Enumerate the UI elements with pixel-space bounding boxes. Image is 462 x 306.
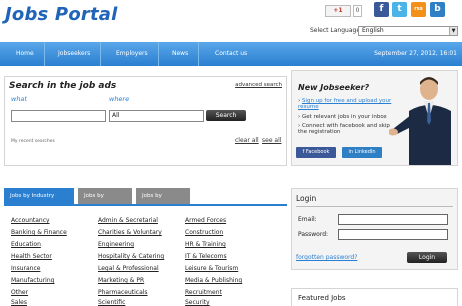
nav-item-contact[interactable]: Contact us [205,42,257,66]
nav-item-jobseekers[interactable]: Jobseekers [48,42,102,66]
sector-link[interactable]: Engineering [98,241,134,248]
chevron-down-icon: ▼ [449,27,457,35]
current-date: September 27, 2012, 16:01 [374,50,457,57]
featured-jobs-title: Featured Jobs [298,294,346,302]
login-panel: Login Email: Password: forgotten passwor… [291,188,458,270]
password-label: Password: [298,231,329,238]
login-divider [296,206,453,207]
sector-link[interactable]: HR & Training [185,241,226,248]
sector-link[interactable]: Health Sector [11,253,52,260]
sector-link[interactable]: Armed Forces [185,217,226,224]
search-button[interactable]: Search [206,110,246,121]
sector-link[interactable]: Manufacturing [11,277,54,284]
what-label: what [11,95,27,103]
facebook-connect-button[interactable]: f Facebook [296,147,336,158]
sector-link[interactable]: Scientific [98,299,125,306]
tab-location[interactable]: Jobs by Location [78,188,132,215]
tab-industry-sector[interactable]: Jobs by Industry Sector [4,188,74,215]
signup-bullet: › Sign up for free and upload your resum… [298,98,392,110]
language-value: English [362,27,384,34]
forgot-password-link[interactable]: forgotten password? [296,254,357,261]
businessman-image [389,77,451,165]
sector-link[interactable]: Marketing & PR [98,277,144,284]
sector-link[interactable]: Recruitment [185,289,222,296]
google-plus-button[interactable]: +1 [325,5,351,17]
what-input[interactable] [11,110,106,122]
sector-link[interactable]: Accountancy [11,217,50,224]
tab-company[interactable]: Jobs by Company [136,188,190,215]
nav-item-home[interactable]: Home [6,42,45,66]
sector-link[interactable]: Other [11,289,28,296]
new-jobseeker-panel: New Jobseeker? › Sign up for free and up… [291,70,458,166]
blogger-icon[interactable]: b [430,2,445,17]
rss-icon[interactable]: rss [411,2,426,17]
where-input[interactable]: All [109,110,204,122]
main-nav: Home Jobseekers Employers News Contact u… [0,42,462,66]
connect-facebook-text: Connect with facebook and skip the regis… [298,123,390,135]
sector-link[interactable]: Admin & Secretarial [98,217,158,224]
facebook-icon[interactable]: f [374,2,389,17]
sector-link[interactable]: Banking & Finance [11,229,67,236]
signup-link[interactable]: Sign up for free and upload your resume [298,98,391,110]
language-select[interactable]: English ▼ [358,26,458,36]
sector-link[interactable]: Security [185,299,210,306]
sector-link[interactable]: Hospitality & Catering [98,253,164,260]
sector-link[interactable]: Insurance [11,265,40,272]
sector-link[interactable]: Legal & Professional [98,265,159,272]
linkedin-connect-button[interactable]: in LinkedIn [342,147,382,158]
clear-all-link[interactable]: clear all [235,137,259,144]
sector-link[interactable]: Charities & Voluntary [98,229,162,236]
sector-link[interactable]: Pharmaceuticals [98,289,148,296]
google-plus-count: 0 [353,5,362,17]
sector-link[interactable]: Media & Publishing [185,277,242,284]
search-title: Search in the job ads [9,81,117,91]
jobs-inbox-bullet: › Get relevant jobs in your inbox [298,114,387,120]
header: Jobs Portal +1 0 f t rss b Select Langua… [0,0,462,40]
nav-item-employers[interactable]: Employers [106,42,159,66]
sector-link[interactable]: Construction [185,229,223,236]
linkedin-connect-label: LinkedIn [354,149,376,155]
language-label: Select Language: [310,27,363,34]
new-jobseeker-title: New Jobseeker? [298,83,370,92]
password-field[interactable] [338,229,448,240]
email-field[interactable] [338,214,448,225]
tab-divider [4,204,287,206]
site-logo[interactable]: Jobs Portal [5,4,118,25]
login-title: Login [296,194,317,203]
see-all-link[interactable]: see all [262,137,281,144]
advanced-search-link[interactable]: advanced search [235,82,282,88]
sector-link[interactable]: Sales [11,299,27,306]
connect-facebook-bullet: › Connect with facebook and skip the reg… [298,123,390,135]
recent-searches-label: My recent searches [11,139,55,144]
featured-jobs-panel: Featured Jobs [291,288,458,306]
where-label: where [109,95,130,103]
sector-link[interactable]: IT & Telecoms [185,253,227,260]
twitter-icon[interactable]: t [392,2,407,17]
jobs-inbox-text: Get relevant jobs in your inbox [301,114,387,120]
facebook-connect-label: Facebook [305,149,330,155]
sector-link[interactable]: Leisure & Tourism [185,265,238,272]
sector-link[interactable]: Education [11,241,41,248]
search-panel: Search in the job ads advanced search wh… [4,76,287,166]
login-button[interactable]: Login [407,252,447,263]
email-label: Email: [298,216,317,223]
nav-item-news[interactable]: News [162,42,200,66]
